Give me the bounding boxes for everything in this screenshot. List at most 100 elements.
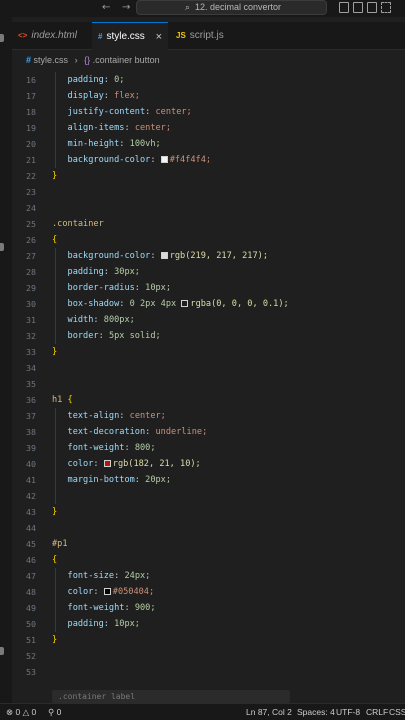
code-line[interactable]: 49 font-weight: 900; <box>12 600 405 616</box>
breadcrumb-selector[interactable]: .container button <box>93 55 160 65</box>
code-line[interactable]: 17 display: flex; <box>12 88 405 104</box>
css-property: align-items <box>67 123 125 133</box>
activity-explorer-icon[interactable] <box>0 34 4 42</box>
toggle-panel-icon[interactable] <box>353 2 363 13</box>
cursor-position[interactable]: Ln 87, Col 2 <box>246 704 292 720</box>
code-line[interactable]: 40 color: rgb(182, 21, 10); <box>12 456 405 472</box>
arrow-left-icon[interactable]: ← <box>102 1 110 15</box>
brace: } <box>52 171 58 181</box>
code-line[interactable]: 20 min-height: 100vh; <box>12 136 405 152</box>
css-icon: # <box>98 32 103 41</box>
css-value: center; <box>129 411 166 421</box>
css-value: underline; <box>155 427 208 437</box>
code-line[interactable]: 24 <box>12 200 405 216</box>
code-line[interactable]: 52 <box>12 648 405 664</box>
code-line[interactable]: 39 font-weight: 800; <box>12 440 405 456</box>
line-number: 49 <box>26 603 36 613</box>
toggle-secondary-sidebar-icon[interactable] <box>367 2 377 13</box>
code-line[interactable]: 32 border: 5px solid; <box>12 328 405 344</box>
tab-script-js[interactable]: JS script.js <box>170 22 240 50</box>
toggle-primary-sidebar-icon[interactable] <box>339 2 349 13</box>
code-text: #p1 <box>52 536 68 552</box>
code-text: padding: 0; <box>52 72 125 88</box>
code-text: padding: 30px; <box>52 264 140 280</box>
code-line[interactable]: 25 .container <box>12 216 405 232</box>
line-number: 51 <box>26 635 36 645</box>
code-line[interactable]: 43} <box>12 504 405 520</box>
colon: : <box>93 315 104 325</box>
code-line[interactable]: 30 box-shadow: 0 2px 4px rgba(0, 0, 0, 0… <box>12 296 405 312</box>
code-line[interactable]: 45 #p1 <box>12 536 405 552</box>
line-number: 21 <box>26 155 36 165</box>
code-line[interactable]: 22} <box>12 168 405 184</box>
code-line[interactable]: 37 text-align: center; <box>12 408 405 424</box>
line-number: 33 <box>26 347 36 357</box>
line-number: 38 <box>26 427 36 437</box>
customize-layout-icon[interactable] <box>381 2 391 13</box>
code-line[interactable]: 26 { <box>12 232 405 248</box>
code-line[interactable]: 19 align-items: center; <box>12 120 405 136</box>
code-line[interactable]: 48 color: #050404; <box>12 584 405 600</box>
code-text: border-radius: 10px; <box>52 280 172 296</box>
code-line[interactable]: 29 border-radius: 10px; <box>12 280 405 296</box>
color-swatch-icon[interactable] <box>160 156 168 163</box>
css-value: #050404; <box>112 587 155 597</box>
problems-status[interactable]: ⊗ 0 △ 0 <box>6 704 36 720</box>
tab-index-html[interactable]: <> index.html <box>12 22 90 50</box>
tab-style-css[interactable]: # style.css × <box>92 22 168 50</box>
command-center-search[interactable]: ⌕ 12. decimal convertor <box>136 0 327 15</box>
code-line[interactable]: 23 <box>12 184 405 200</box>
code-line[interactable]: 41 margin-bottom: 20px; <box>12 472 405 488</box>
line-number: 22 <box>26 171 36 181</box>
code-line[interactable]: 34 <box>12 360 405 376</box>
css-value: 0; <box>114 75 125 85</box>
color-swatch-icon[interactable] <box>103 460 111 467</box>
breadcrumb-file[interactable]: style.css <box>34 55 69 65</box>
code-line[interactable]: 51} <box>12 632 405 648</box>
code-line[interactable]: 44 <box>12 520 405 536</box>
indentation-status[interactable]: Spaces: 4 <box>297 704 335 720</box>
code-line[interactable]: 36 h1 { <box>12 392 405 408</box>
code-line[interactable]: 47 font-size: 24px; <box>12 568 405 584</box>
css-property: padding <box>67 267 104 277</box>
eol-status[interactable]: CRLF <box>366 704 388 720</box>
code-line[interactable]: 50 padding: 10px; <box>12 616 405 632</box>
colon: : <box>134 475 146 485</box>
code-line[interactable]: 28 padding: 30px; <box>12 264 405 280</box>
activity-accounts-icon[interactable] <box>0 647 4 655</box>
code-line[interactable]: 35 <box>12 376 405 392</box>
breadcrumb: # style.css › {} .container button <box>12 51 405 69</box>
code-line[interactable]: 46 { <box>12 552 405 568</box>
code-line[interactable]: 27 background-color: rgb(219, 217, 217); <box>12 248 405 264</box>
code-line[interactable]: 33} <box>12 344 405 360</box>
code-editor[interactable]: 16 padding: 0; 17 display: flex; 18 justif… <box>12 70 405 703</box>
color-swatch-icon[interactable] <box>160 252 168 259</box>
search-icon: ⌕ <box>185 2 191 12</box>
line-number: 28 <box>26 267 36 277</box>
code-line[interactable]: 38 text-decoration: underline; <box>12 424 405 440</box>
code-line[interactable]: 31 width: 800px; <box>12 312 405 328</box>
colon: : <box>103 267 115 277</box>
line-number: 29 <box>26 283 36 293</box>
code-line[interactable]: 18 justify-content: center; <box>12 104 405 120</box>
language-mode[interactable]: CSS <box>389 704 405 720</box>
ports-status[interactable]: ⚲ 0 <box>48 704 61 720</box>
encoding-status[interactable]: UTF-8 <box>336 704 360 720</box>
indent-guide <box>55 568 56 632</box>
code-line[interactable]: 53 <box>12 664 405 680</box>
tab-label: index.html <box>31 30 77 41</box>
activity-indicator-icon[interactable] <box>0 243 4 251</box>
css-value: rgb(182, 21, 10); <box>112 459 201 469</box>
color-swatch-icon[interactable] <box>103 588 111 595</box>
line-number: 18 <box>26 107 36 117</box>
code-text: .container <box>52 216 104 232</box>
close-icon[interactable]: × <box>156 23 162 51</box>
tab-label: style.css <box>106 31 145 42</box>
brace: { <box>52 235 58 245</box>
indent-guide <box>55 248 56 344</box>
code-line[interactable]: 16 padding: 0; <box>12 72 405 88</box>
color-swatch-icon[interactable] <box>181 300 189 307</box>
code-line[interactable]: 42 <box>12 488 405 504</box>
arrow-right-icon[interactable]: → <box>122 1 130 15</box>
code-line[interactable]: 21 background-color: #f4f4f4; <box>12 152 405 168</box>
